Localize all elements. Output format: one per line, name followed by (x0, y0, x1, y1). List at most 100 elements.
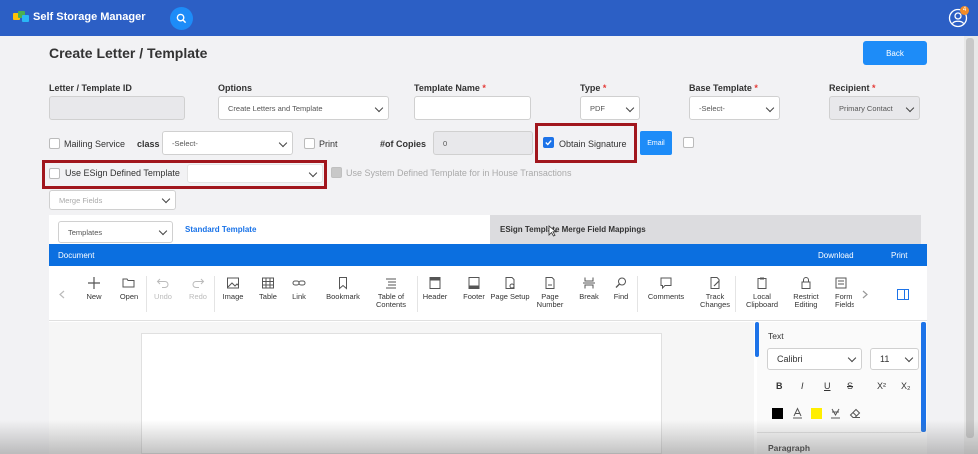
document-title: Document (58, 251, 95, 260)
lock-icon (801, 277, 811, 289)
use-system-label: Use System Defined Template for in House… (346, 168, 572, 178)
font-color-swatch[interactable] (772, 408, 783, 419)
chevron-down-icon (905, 103, 915, 113)
recipient-value: Primary Contact (839, 103, 893, 113)
back-button[interactable]: Back (863, 41, 927, 65)
templates-select-value: Templates (68, 227, 103, 237)
underline-button[interactable]: U (824, 381, 831, 391)
comment-icon (660, 277, 672, 290)
options-select[interactable]: Create Letters and Template (218, 96, 389, 120)
toolbar-bookmark[interactable]: Bookmark (321, 276, 365, 301)
email-button[interactable]: Email (640, 131, 672, 155)
cursor-icon (548, 225, 557, 237)
font-size-select[interactable]: 11 (870, 348, 919, 370)
mailing-service-label: Mailing Service (64, 139, 126, 149)
chevron-down-icon (158, 226, 168, 236)
merge-fields-select[interactable]: Merge Fields (49, 190, 176, 210)
search-button[interactable] (170, 7, 193, 30)
toolbar-divider (735, 276, 736, 312)
class-label: class (137, 139, 160, 149)
font-value: Calibri (777, 354, 803, 364)
redo-icon (192, 278, 205, 288)
print-label: Print (319, 139, 338, 149)
type-value: PDF (590, 103, 605, 113)
text-section-label: Text (768, 331, 784, 341)
print-link[interactable]: Print (891, 251, 907, 260)
recipient-label: Recipient * (829, 83, 876, 93)
class-select[interactable]: -Select- (162, 131, 293, 155)
italic-button[interactable]: I (801, 381, 804, 391)
table-of-contents-icon (386, 278, 396, 289)
type-select[interactable]: PDF (580, 96, 640, 120)
subscript-button[interactable]: X₂ (901, 381, 911, 391)
clipboard-icon (757, 277, 767, 289)
chevron-down-icon (161, 194, 171, 204)
chevron-left-icon[interactable] (59, 290, 65, 299)
page-scrollbar-thumb[interactable] (966, 38, 974, 438)
footer-icon (468, 277, 480, 289)
mailing-service-checkbox[interactable] (49, 138, 60, 149)
options-value: Create Letters and Template (228, 103, 323, 113)
toolbar-local-clipboard[interactable]: Local Clipboard (740, 276, 784, 309)
copies-input[interactable]: 0 (433, 131, 533, 155)
toolbar-toc[interactable]: Table of Contents (369, 276, 413, 309)
highlight-color-swatch[interactable] (811, 408, 822, 419)
chevron-down-icon (847, 353, 857, 363)
font-select[interactable]: Calibri (767, 348, 862, 370)
obtain-signature-checkbox[interactable] (543, 137, 554, 148)
image-icon (227, 277, 239, 289)
chevron-down-icon (625, 103, 635, 113)
toolbar-link[interactable]: Link (277, 276, 321, 301)
pane-scrollbar[interactable] (921, 322, 926, 432)
app-brand[interactable]: Self Storage Manager (13, 11, 145, 23)
chevron-down-icon (904, 353, 914, 363)
highlight-icon[interactable] (830, 407, 841, 419)
chevron-down-icon (278, 138, 288, 148)
base-template-select[interactable]: -Select- (689, 96, 780, 120)
eraser-icon[interactable] (849, 407, 861, 419)
track-changes-icon (710, 277, 720, 289)
download-link[interactable]: Download (818, 251, 854, 260)
bold-button[interactable]: B (776, 381, 783, 391)
letter-id-label: Letter / Template ID (49, 83, 132, 93)
toolbar-divider (637, 276, 638, 312)
letter-id-field[interactable] (49, 96, 185, 120)
chevron-right-icon[interactable] (862, 290, 868, 299)
class-value: -Select- (172, 138, 198, 148)
template-name-input[interactable] (414, 96, 531, 120)
undo-icon (156, 278, 169, 288)
recipient-select[interactable]: Primary Contact (829, 96, 920, 120)
templates-select[interactable]: Templates (58, 221, 173, 243)
tab-esign-mapping-label: ESign Template Merge Field Mappings (500, 225, 646, 234)
esign-template-select[interactable] (187, 164, 323, 183)
chevron-down-icon (374, 103, 384, 113)
font-color-icon[interactable] (792, 407, 803, 419)
pane-divider (757, 432, 921, 433)
top-bar (0, 0, 978, 36)
form-fields-icon (835, 277, 847, 289)
toolbar-page-number[interactable]: Page Number (528, 276, 572, 309)
bookmark-icon (339, 277, 347, 290)
use-esign-checkbox[interactable] (49, 168, 60, 179)
use-system-checkbox[interactable] (331, 167, 342, 178)
superscript-button[interactable]: X² (877, 381, 886, 391)
base-template-value: -Select- (699, 103, 725, 113)
toolbar-track-changes[interactable]: Track Changes (693, 276, 737, 309)
toolbar-page-setup[interactable]: Page Setup (488, 276, 532, 301)
pane-toggle-icon[interactable] (897, 289, 909, 300)
base-template-label: Base Template * (689, 83, 758, 93)
search-icon (176, 13, 187, 24)
email-checkbox[interactable] (683, 137, 694, 148)
user-menu-button[interactable]: 4 (948, 6, 969, 28)
font-size-value: 11 (880, 354, 890, 364)
strikethrough-button[interactable]: S (847, 381, 853, 391)
toolbar-header[interactable]: Header (413, 276, 457, 301)
print-checkbox[interactable] (304, 138, 315, 149)
tab-standard-template[interactable]: Standard Template (185, 225, 256, 234)
pane-accent (755, 322, 759, 357)
document-page[interactable] (141, 333, 662, 454)
toolbar-comments[interactable]: Comments (644, 276, 688, 301)
header-icon (429, 277, 441, 289)
toolbar-form-fields[interactable]: Form Fields (822, 276, 854, 309)
app-logo-icon (13, 11, 30, 23)
